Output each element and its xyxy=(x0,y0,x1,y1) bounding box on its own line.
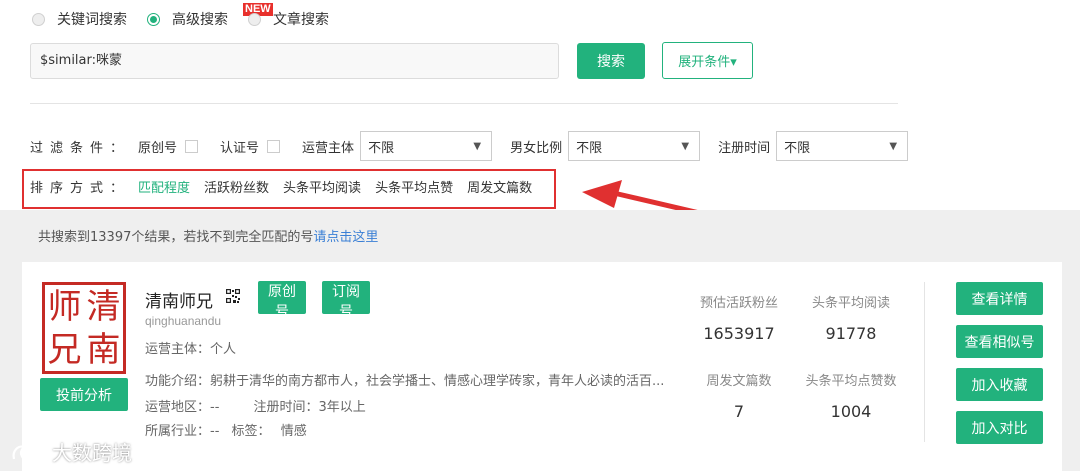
operator-info: 运营主体：个人 xyxy=(145,342,237,357)
add-compare-button[interactable]: 加入对比 xyxy=(956,411,1043,444)
caret-down-icon: ▼ xyxy=(889,140,898,152)
filter-operator: 运营主体 不限 ▼ xyxy=(302,131,493,161)
caret-down-icon: ▼ xyxy=(473,140,482,152)
reg-time-select-value: 不限 xyxy=(784,140,811,156)
operator-label: 运营主体 xyxy=(302,140,355,156)
original-checkbox[interactable] xyxy=(185,139,199,153)
seal-char: 清 xyxy=(86,286,121,327)
filter-gender: 男女比例 不限 ▼ xyxy=(510,131,701,161)
divider-vertical xyxy=(924,282,925,442)
posts-stat-value: 7 xyxy=(733,402,745,421)
divider xyxy=(30,103,898,104)
reg-time-select[interactable]: 不限 ▼ xyxy=(776,131,909,161)
expand-conditions-button[interactable]: 展开条件▾ xyxy=(662,42,753,79)
click-here-link[interactable]: 请点击这里 xyxy=(313,230,378,245)
read-stat-label: 头条平均阅读 xyxy=(811,296,890,311)
account-name[interactable]: 清南师兄 xyxy=(145,287,213,312)
qr-code-icon[interactable] xyxy=(226,289,240,303)
search-panel: 关键词搜索 高级搜索 NEW 文章搜索 $similar:咪蒙 搜索 展开条件▾… xyxy=(0,0,1080,231)
account-id: qinghuanandu xyxy=(145,314,222,328)
original-tag-button[interactable]: 原创号 xyxy=(258,281,306,320)
radio-dot xyxy=(32,12,45,26)
search-button[interactable]: 搜索 xyxy=(577,43,645,79)
seal-char: 师 xyxy=(47,286,82,327)
seal-char: 兄 xyxy=(47,329,82,370)
sort-option-fans[interactable]: 活跃粉丝数 xyxy=(204,177,269,196)
filter-verified-label: 认证号 xyxy=(220,140,260,156)
likes-stat-label: 头条平均点赞数 xyxy=(805,374,897,389)
watermark: 大数跨境 xyxy=(10,437,132,466)
sort-row: 排序方式： 匹配程度 活跃粉丝数 头条平均阅读 头条平均点赞 周发文篇数 xyxy=(30,176,546,196)
gender-label: 男女比例 xyxy=(510,140,563,156)
industry-text: 所属行业：-- xyxy=(145,424,220,439)
account-avatar[interactable]: 师 清 兄 南 xyxy=(42,282,126,374)
pre-analysis-button[interactable]: 投前分析 xyxy=(40,378,128,411)
filter-original-label: 原创号 xyxy=(138,140,178,156)
sort-option-avg-read[interactable]: 头条平均阅读 xyxy=(283,177,361,196)
result-summary-text: 共搜索到13397个结果，若找不到完全匹配的号 xyxy=(38,230,314,245)
watermark-logo-icon xyxy=(12,445,46,460)
operator-select-value: 不限 xyxy=(368,140,395,156)
radio-advanced-search[interactable]: 高级搜索 NEW xyxy=(147,3,273,29)
filter-reg-time: 注册时间 不限 ▼ xyxy=(718,131,909,161)
filter-verified[interactable]: 认证号 xyxy=(220,137,281,156)
fans-stat-value: 1653917 xyxy=(703,324,775,343)
gender-select-value: 不限 xyxy=(576,140,603,156)
view-similar-button[interactable]: 查看相似号 xyxy=(956,325,1043,358)
subscription-tag-button[interactable]: 订阅号 xyxy=(322,281,370,320)
verified-checkbox[interactable] xyxy=(267,139,281,153)
operator-select[interactable]: 不限 ▼ xyxy=(360,131,493,161)
add-favorite-button[interactable]: 加入收藏 xyxy=(956,368,1043,401)
radio-article-search[interactable]: 文章搜索 xyxy=(248,9,329,29)
result-summary: 共搜索到13397个结果，若找不到完全匹配的号请点击这里 xyxy=(38,226,378,245)
sort-option-avg-like[interactable]: 头条平均点赞 xyxy=(375,177,453,196)
seal-char: 南 xyxy=(86,329,121,370)
sort-label: 排序方式： xyxy=(30,180,131,196)
likes-stat-value: 1004 xyxy=(830,402,872,421)
industry-info: 所属行业：-- 标签： 情感 xyxy=(145,420,307,439)
tags-value: 情感 xyxy=(280,424,307,439)
search-input[interactable]: $similar:咪蒙 xyxy=(30,43,559,79)
tags-label: 标签： xyxy=(231,424,271,439)
reg-time-label: 注册时间 xyxy=(718,140,771,156)
intro-info: 功能介绍：躬耕于清华的南方都市人，社会学播士、情感心理学砖家，青年人必读的活百.… xyxy=(145,374,665,389)
radio-keyword-search[interactable]: 关键词搜索 xyxy=(32,9,127,29)
posts-stat-label: 周发文篇数 xyxy=(706,374,772,389)
sort-option-weekly-posts[interactable]: 周发文篇数 xyxy=(467,177,532,196)
watermark-text: 大数跨境 xyxy=(52,441,132,465)
radio-label: 高级搜索 xyxy=(172,12,228,28)
radio-dot xyxy=(248,12,261,26)
read-stat-value: 91778 xyxy=(825,324,877,343)
region-info: 运营地区：-- 注册时间：3年以上 xyxy=(145,396,366,415)
sort-option-match[interactable]: 匹配程度 xyxy=(138,177,190,196)
filter-original[interactable]: 原创号 xyxy=(138,137,199,156)
caret-down-icon: ▼ xyxy=(681,140,690,152)
radio-label: 关键词搜索 xyxy=(57,12,127,28)
filter-label: 过滤条件： xyxy=(30,140,131,156)
filter-row: 过滤条件： 原创号 认证号 运营主体 不限 ▼ 男女比例 不限 ▼ 注册时间 不… xyxy=(30,131,926,161)
search-type-group: 关键词搜索 高级搜索 NEW 文章搜索 xyxy=(32,3,349,30)
region-text: 运营地区：-- xyxy=(145,400,220,415)
reg-time-text: 注册时间：3年以上 xyxy=(253,400,366,415)
view-details-button[interactable]: 查看详情 xyxy=(956,282,1043,315)
radio-dot-selected xyxy=(147,12,160,26)
radio-label: 文章搜索 xyxy=(273,12,329,28)
gender-select[interactable]: 不限 ▼ xyxy=(568,131,701,161)
fans-stat-label: 预估活跃粉丝 xyxy=(699,296,778,311)
